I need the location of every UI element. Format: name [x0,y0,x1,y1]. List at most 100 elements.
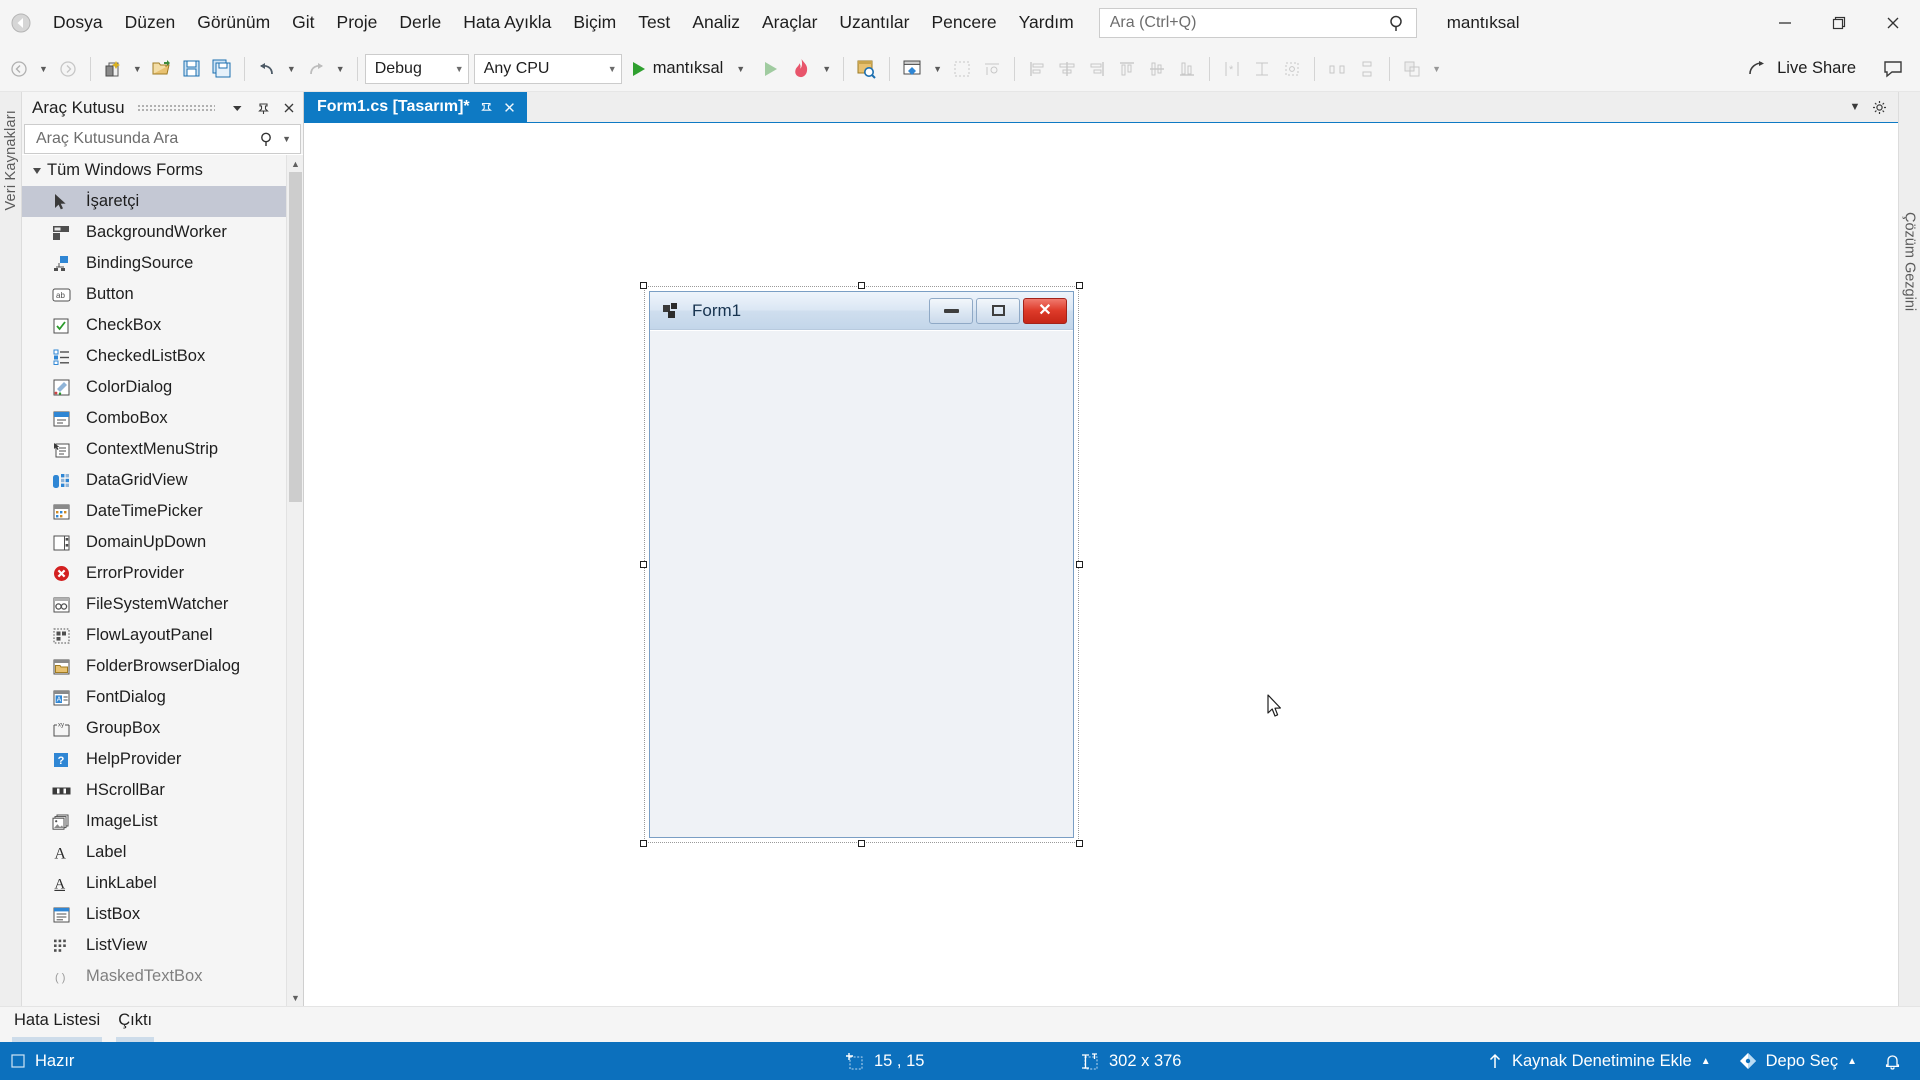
align-lefts-icon[interactable] [1022,52,1052,86]
save-icon[interactable] [177,52,207,86]
resize-handle-middle-right[interactable] [1076,561,1083,568]
toolbox-item-backgroundworker[interactable]: BackgroundWorker [22,217,303,248]
scroll-up-icon[interactable]: ▲ [287,155,303,172]
toolbox-item-listview[interactable]: ListView [22,930,303,961]
toolbox-item-datetimepicker[interactable]: DateTimePicker [22,496,303,527]
form1-client-area[interactable] [650,330,1073,837]
start-without-debugging-icon[interactable] [756,52,786,86]
menu-item-test[interactable]: Test [627,8,681,38]
tab-strip-settings-icon[interactable] [1868,96,1890,118]
solution-explorer-search-icon[interactable] [851,52,882,86]
form1-title-bar[interactable]: Form1 ✕ [650,292,1073,330]
menu-item-yardim[interactable]: Yardım [1008,8,1085,38]
toolbox-search-box[interactable]: ▼ [24,124,301,154]
hot-reload-dropdown-icon[interactable]: ▼ [817,52,836,86]
align-centers-icon[interactable] [1052,52,1082,86]
menu-item-derle[interactable]: Derle [388,8,452,38]
active-files-dropdown-icon[interactable]: ▼ [1844,96,1866,118]
toolbox-item-checkedlistbox[interactable]: CheckedListBox [22,341,303,372]
properties-window-icon[interactable] [897,52,928,86]
align-middles-icon[interactable] [1142,52,1172,86]
menu-item-hata-ayikla[interactable]: Hata Ayıkla [452,8,562,38]
back-navigation-icon[interactable] [6,8,36,38]
tab-pin-icon[interactable] [480,101,493,114]
undo-dropdown-icon[interactable]: ▼ [282,52,301,86]
toolbox-scrollbar[interactable]: ▲ ▼ [286,155,303,1006]
redo-dropdown-icon[interactable]: ▼ [331,52,350,86]
live-share-button[interactable]: Live Share [1741,52,1862,86]
toolbox-close-icon[interactable] [279,97,299,119]
toolbox-item-colordialog[interactable]: ColorDialog [22,372,303,403]
toolbox-item-bindingsource[interactable]: BindingSource [22,248,303,279]
make-same-height-icon[interactable] [1247,52,1277,86]
toolbox-item-combobox[interactable]: ComboBox [22,403,303,434]
restore-button[interactable] [1812,0,1866,46]
toolbox-menu-icon[interactable] [227,97,247,119]
notifications-button[interactable] [1871,1042,1914,1080]
redo-icon[interactable] [301,52,331,86]
tab-close-icon[interactable] [503,101,516,114]
align-rights-icon[interactable] [1082,52,1112,86]
close-button[interactable] [1866,0,1920,46]
toolbox-item-listbox[interactable]: ListBox [22,899,303,930]
toolbox-item-contextmenustrip[interactable]: ContextMenuStrip [22,434,303,465]
bottom-tab-cikti[interactable]: Çıktı [116,1007,155,1044]
toolbox-item-helpprovider[interactable]: ? HelpProvider [22,744,303,775]
properties-dropdown-icon[interactable]: ▼ [928,52,947,86]
toolbox-item-folderbrowserdialog[interactable]: FolderBrowserDialog [22,651,303,682]
new-project-dropdown-icon[interactable]: ▼ [128,52,147,86]
undo-icon[interactable] [252,52,282,86]
tab-order-icon[interactable] [947,52,977,86]
minimize-button[interactable] [1758,0,1812,46]
toolbox-item-label[interactable]: A Label [22,837,303,868]
menu-item-uzantilar[interactable]: Uzantılar [828,8,920,38]
hot-reload-icon[interactable] [786,52,817,86]
resize-handle-top-right[interactable] [1076,282,1083,289]
resize-handle-top-left[interactable] [640,282,647,289]
toolbox-item-imagelist[interactable]: ImageList [22,806,303,837]
solution-platform-combo[interactable]: Any CPU ▼ [473,53,622,84]
new-project-icon[interactable] [98,52,128,86]
toolbox-group-all-windows-forms[interactable]: Tüm Windows Forms [22,155,303,186]
start-debugging-button[interactable]: mantıksal ▼ [627,52,757,86]
toolbox-item-datagridview[interactable]: DataGridView [22,465,303,496]
toolbox-list[interactable]: Tüm Windows Forms İşaretçi BackgroundWor… [22,154,303,1006]
form-maximize-button[interactable] [976,297,1020,324]
global-search-box[interactable] [1098,8,1417,38]
vertical-tab-cozum-gezgini[interactable]: Çözüm Gezgini [1902,212,1918,311]
toolbox-item-groupbox[interactable]: xy GroupBox [22,713,303,744]
toolbox-item-linklabel[interactable]: A LinkLabel [22,868,303,899]
menu-item-dosya[interactable]: Dosya [42,8,114,38]
toolbox-search-options-icon[interactable]: ▼ [277,122,296,156]
resize-handle-top-center[interactable] [858,282,865,289]
align-tops-icon[interactable] [1112,52,1142,86]
toolbox-search-input[interactable] [34,129,258,149]
make-same-width-icon[interactable]: * [1217,52,1247,86]
vertical-tab-veri-kaynaklari[interactable]: Veri Kaynakları [3,110,19,211]
bottom-tab-hata-listesi[interactable]: Hata Listesi [12,1007,103,1044]
align-bottoms-icon[interactable] [1172,52,1202,86]
toolbox-item-hscrollbar[interactable]: HScrollBar [22,775,303,806]
open-file-icon[interactable] [147,52,177,86]
select-repository-button[interactable]: Depo Seç ▲ [1725,1042,1871,1080]
menu-item-proje[interactable]: Proje [326,8,389,38]
size-to-grid-icon[interactable] [1277,52,1307,86]
toolbox-item-errorprovider[interactable]: ErrorProvider [22,558,303,589]
layout-overflow-icon[interactable]: ▼ [1427,52,1446,86]
resize-handle-bottom-left[interactable] [640,840,647,847]
bring-to-front-icon[interactable] [1397,52,1427,86]
solution-configuration-combo[interactable]: Debug ▼ [364,53,469,84]
scrollbar-thumb[interactable] [289,172,302,502]
global-search-input[interactable] [1107,13,1388,33]
menu-item-araclar[interactable]: Araçlar [751,8,828,38]
vertical-spacing-icon[interactable] [1352,52,1382,86]
chevron-down-icon[interactable]: ▼ [731,52,750,86]
menu-item-bicim[interactable]: Biçim [562,8,627,38]
toolbox-item-filesystemwatcher[interactable]: FileSystemWatcher [22,589,303,620]
form-designer-surface[interactable]: Form1 ✕ [640,282,1083,847]
menu-item-pencere[interactable]: Pencere [920,8,1007,38]
toolbox-item-maskedtextbox[interactable]: ( ) MaskedTextBox [22,961,303,992]
toolbox-pin-icon[interactable] [253,97,273,119]
menu-item-duzen[interactable]: Düzen [114,8,187,38]
toolbox-item-flowlayoutpanel[interactable]: FlowLayoutPanel [22,620,303,651]
